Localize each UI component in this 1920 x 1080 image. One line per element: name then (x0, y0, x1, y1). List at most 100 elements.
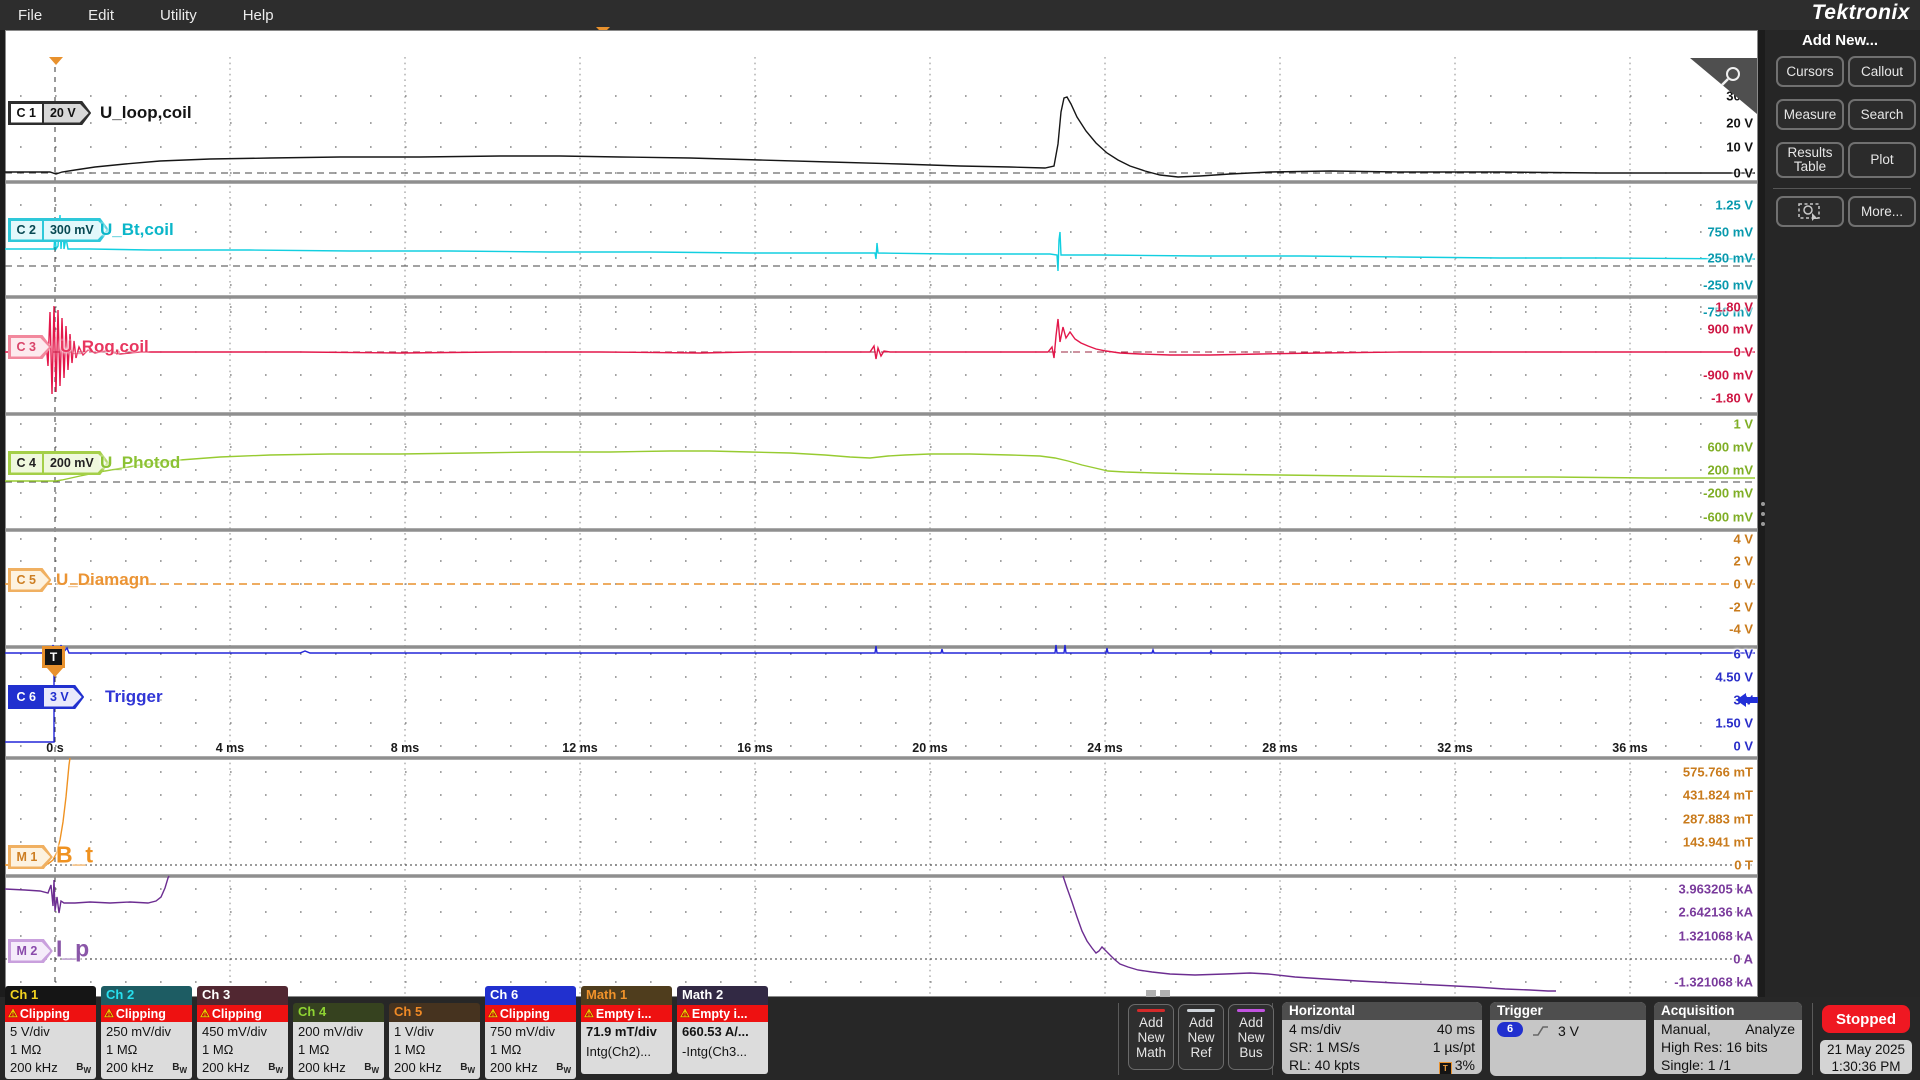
ch6-scale-label: 1.50 V (1715, 716, 1753, 731)
bandwidth-limit-icon: BW (556, 1062, 571, 1075)
ch2-badge-seg[interactable]: 300 mV (42, 221, 107, 240)
channel-badge-body: 750 mV/div1 MΩ200 kHzBW (485, 1022, 576, 1079)
ch5-badge-seg[interactable]: C 5 (11, 571, 49, 590)
ch3-name-label[interactable]: U_Rog,coil (60, 337, 149, 357)
add-new-ref-button[interactable]: Add New Ref (1178, 1004, 1224, 1070)
ch2-badge[interactable]: Ch 2⚠Clipping250 mV/div1 MΩ200 kHzBW (101, 986, 192, 1079)
ch4-name-label[interactable]: U_Photod (100, 453, 180, 473)
ch2-badge-seg[interactable]: C 2 (11, 221, 42, 240)
ch1-scale-label: 0 V (1733, 166, 1753, 181)
trigger-source-badge[interactable]: 6 (1497, 1022, 1523, 1037)
time-axis-label: 24 ms (1087, 741, 1122, 755)
run-state-badge[interactable]: Stopped (1822, 1005, 1910, 1033)
channel-badge-body: 250 mV/div1 MΩ200 kHzBW (101, 1022, 192, 1079)
ch6-name-label[interactable]: Trigger (105, 687, 163, 707)
m1-scale-label: 287.883 mT (1683, 812, 1753, 827)
ch6-badge[interactable]: Ch 6⚠Clipping750 mV/div1 MΩ200 kHzBW (485, 986, 576, 1079)
ch1-badge-seg[interactable]: C 1 (11, 104, 42, 123)
channel-badge-body: 1 V/div1 MΩ200 kHzBW (389, 1022, 480, 1079)
menu-file[interactable]: File (18, 7, 42, 24)
horizontal-window: 40 ms (1437, 1020, 1475, 1038)
warning-icon: ⚠ (200, 1007, 210, 1020)
ch5-scale-label: 2 V (1733, 554, 1753, 569)
plot-button[interactable]: Plot (1848, 142, 1916, 178)
m1-badge-seg[interactable]: M 1 (11, 848, 51, 867)
warning-icon: ⚠ (584, 1007, 594, 1020)
channel-badge-row: 1 MΩ (10, 1041, 96, 1059)
add-new-math-button[interactable]: Add New Math (1128, 1004, 1174, 1070)
callout-button[interactable]: Callout (1848, 56, 1916, 87)
channel-alert: ⚠Clipping (5, 1005, 96, 1022)
ch2-badge[interactable]: C 2300 mV (8, 218, 109, 242)
results-table-button[interactable]: Results Table (1776, 142, 1844, 178)
ch6-badge[interactable]: C 63 V (8, 685, 84, 709)
ch4-badge-seg[interactable]: C 4 (11, 454, 42, 473)
trigger-panel[interactable]: Trigger 6 3 V (1490, 1002, 1646, 1076)
menu-utility[interactable]: Utility (160, 7, 197, 24)
ch4-badge-seg[interactable]: 200 mV (42, 454, 107, 473)
channel-badge-body: 200 mV/div1 MΩ200 kHzBW (293, 1022, 384, 1079)
m1-scale-label: 431.824 mT (1683, 788, 1753, 803)
acquisition-panel[interactable]: Acquisition Manual,Analyze High Res: 16 … (1654, 1002, 1802, 1074)
acq-single: Single: 1 /1 (1661, 1056, 1731, 1074)
channel-badge-row: 1 MΩ (394, 1041, 480, 1059)
menu-edit[interactable]: Edit (88, 7, 114, 24)
ch5-badge[interactable]: C 5 (8, 568, 51, 592)
ch1-badge[interactable]: Ch 1⚠Clipping5 V/div1 MΩ200 kHzBW (5, 986, 96, 1079)
m2-badge[interactable]: M 2 (8, 939, 53, 963)
ch5-scale-label: -4 V (1729, 622, 1753, 637)
ch1-badge-seg[interactable]: 20 V (42, 104, 89, 123)
horizontal-scale: 4 ms/div (1289, 1020, 1341, 1038)
m2-badge-seg[interactable]: M 2 (11, 942, 51, 961)
horizontal-panel[interactable]: Horizontal 4 ms/div40 ms SR: 1 MS/s1 µs/… (1282, 1002, 1482, 1074)
ch3-badge[interactable]: Ch 3⚠Clipping450 mV/div1 MΩ200 kHzBW (197, 986, 288, 1079)
time-label: 1:30:36 PM (1820, 1058, 1912, 1075)
ch5-badge[interactable]: Ch 51 V/div1 MΩ200 kHzBW (389, 1003, 480, 1079)
channel-badge-title: Ch 4 (293, 1003, 384, 1022)
bandwidth-limit-icon: BW (364, 1062, 379, 1075)
ch2-name-label[interactable]: U_Bt,coil (100, 220, 174, 240)
trigger-position-triangle-icon[interactable] (49, 57, 63, 65)
add-new-math-label: Add New Math (1131, 1015, 1171, 1060)
search-button[interactable]: Search (1848, 99, 1916, 130)
time-axis-label: 36 ms (1612, 741, 1647, 755)
waveform-plot[interactable] (5, 57, 1757, 997)
bottom-grip-icon[interactable] (1160, 990, 1170, 997)
zoom-region-button[interactable] (1776, 196, 1844, 227)
acq-analyze: Analyze (1745, 1020, 1795, 1038)
ch5-name-label[interactable]: U_Diamagn (56, 570, 150, 590)
m2-name-label[interactable]: I_p (56, 936, 89, 963)
m1-name-label[interactable]: B_t (56, 842, 93, 869)
channel-alert-label: Clipping (500, 1007, 550, 1021)
time-axis-label: 12 ms (562, 741, 597, 755)
ch6-scale-label: 0 V (1733, 739, 1753, 754)
m1-badge[interactable]: M 1 (8, 845, 53, 869)
add-new-bus-button[interactable]: Add New Bus (1228, 1004, 1274, 1070)
ch3-badge-seg[interactable]: C 3 (11, 338, 49, 357)
ch4-badge[interactable]: Ch 4200 mV/div1 MΩ200 kHzBW (293, 1003, 384, 1079)
trigger-level-arrow-icon[interactable] (1736, 693, 1758, 712)
ch4-badge[interactable]: C 4200 mV (8, 451, 109, 475)
ch6-badge-seg[interactable]: 3 V (42, 688, 82, 707)
channel-alert: ⚠Empty i... (677, 1005, 768, 1022)
ch6-badge-seg[interactable]: C 6 (11, 688, 42, 707)
m2-scale-label: 0 A (1733, 952, 1753, 967)
math2-badge[interactable]: Math 2⚠Empty i...660.53 A/...-Intg(Ch3..… (677, 986, 768, 1074)
trigger-marker-icon[interactable]: T (42, 646, 65, 668)
ch5-scale-label: 0 V (1733, 577, 1753, 592)
ch1-badge[interactable]: C 120 V (8, 101, 91, 125)
bottom-grip-icon[interactable] (1146, 990, 1156, 997)
ch1-name-label[interactable]: U_loop,coil (100, 103, 192, 123)
channel-alert-label: Clipping (116, 1007, 166, 1021)
time-axis-label: 20 ms (912, 741, 947, 755)
measure-button[interactable]: Measure (1776, 99, 1844, 130)
cursors-button[interactable]: Cursors (1776, 56, 1844, 87)
m1-scale-label: 575.766 mT (1683, 765, 1753, 780)
more-button[interactable]: More... (1848, 196, 1916, 227)
math1-badge[interactable]: Math 1⚠Empty i...71.9 mT/divIntg(Ch2)... (581, 986, 672, 1074)
ch3-badge[interactable]: C 3 (8, 335, 51, 359)
time-axis-label: 16 ms (737, 741, 772, 755)
rising-edge-icon (1532, 1024, 1549, 1038)
ch4-scale-label: -600 mV (1703, 510, 1753, 525)
menu-help[interactable]: Help (243, 7, 274, 24)
